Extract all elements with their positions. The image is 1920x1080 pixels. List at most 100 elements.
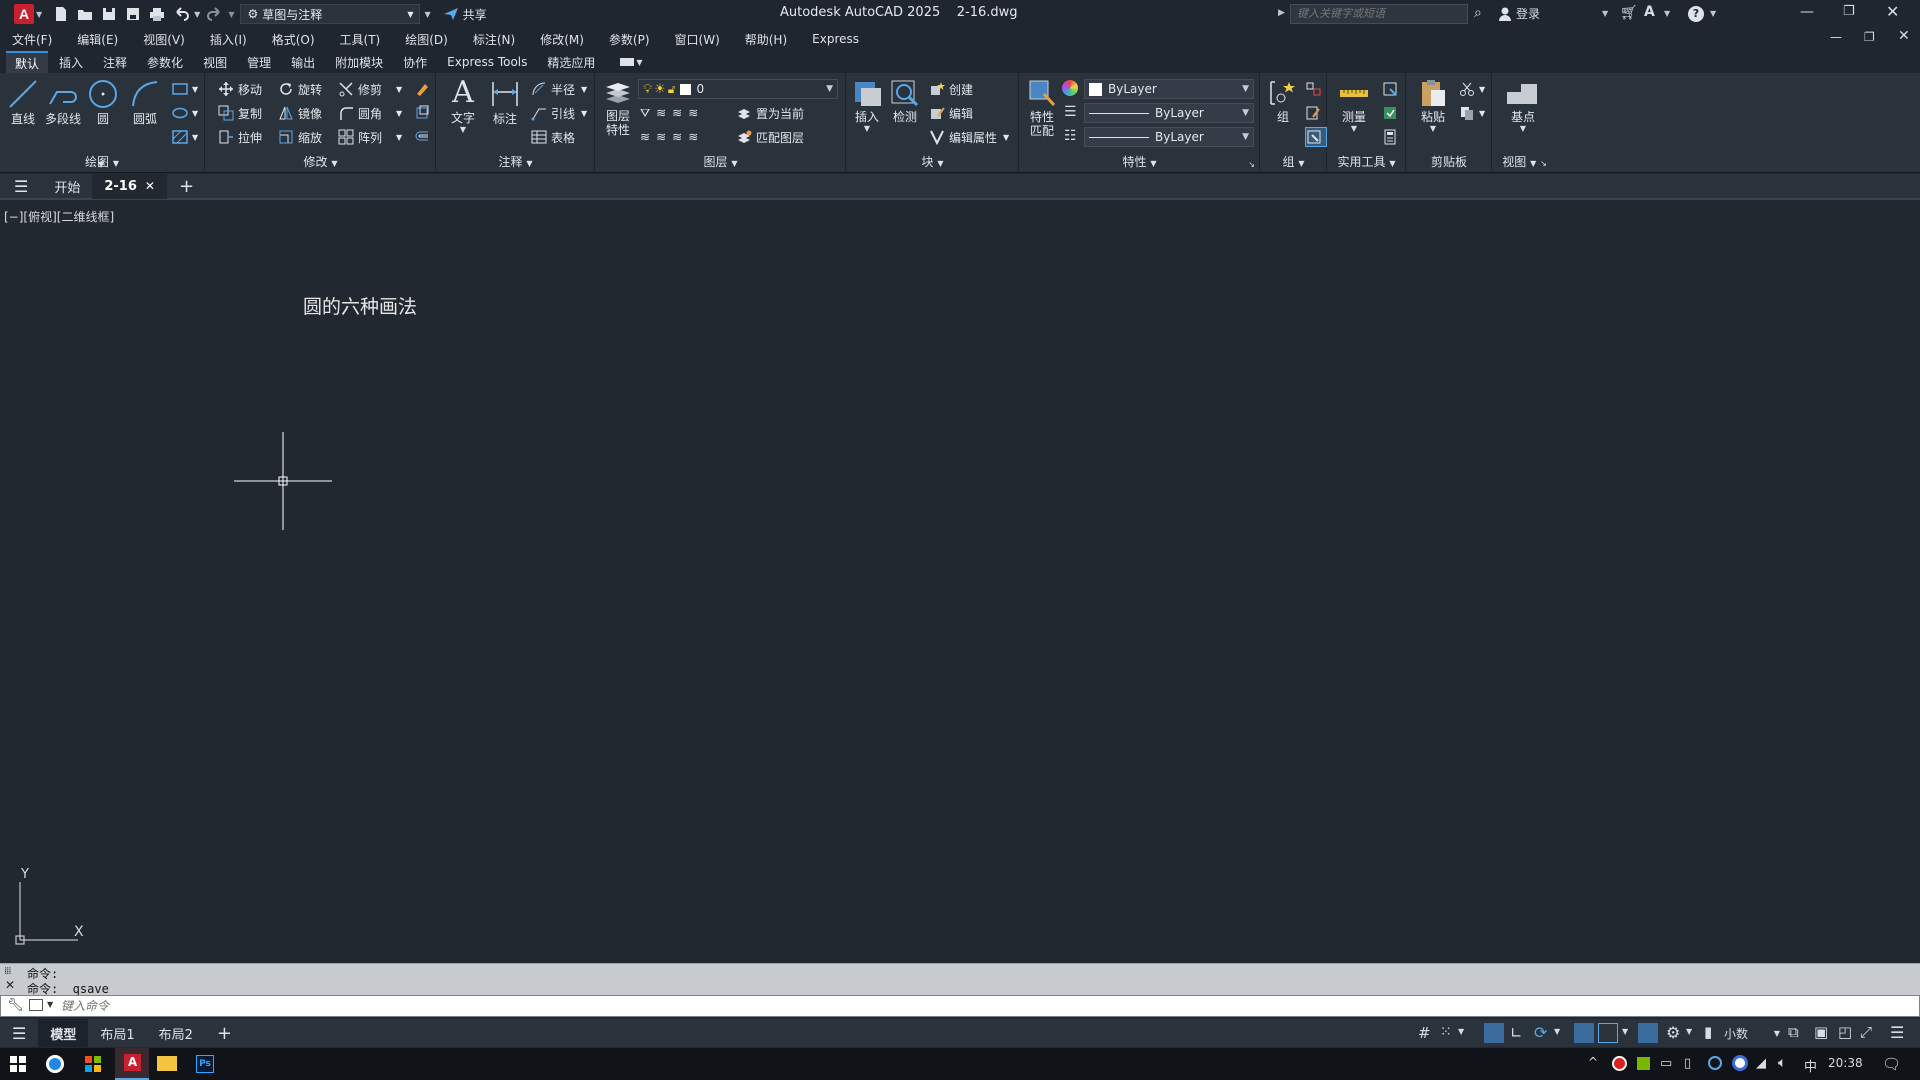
- open-file-button[interactable]: [74, 3, 96, 25]
- microsoft-store-icon[interactable]: [85, 1056, 101, 1072]
- volume-icon[interactable]: 🔈︎: [1778, 1055, 1786, 1071]
- match-properties-button[interactable]: 特性 匹配: [1022, 78, 1062, 138]
- windows-start-icon[interactable]: [10, 1056, 26, 1072]
- edit-attributes-button[interactable]: 编辑属性 ▼: [929, 127, 1009, 147]
- tab-layout2[interactable]: 布局2: [147, 1019, 205, 1047]
- panel-modify-title[interactable]: 修改 ▼: [206, 153, 435, 170]
- photoshop-icon[interactable]: Ps: [196, 1055, 214, 1073]
- dynamic-input-icon[interactable]: [1484, 1023, 1504, 1043]
- sync-icon[interactable]: [1708, 1056, 1722, 1070]
- tab-featured-apps[interactable]: 精选应用: [538, 52, 604, 73]
- help-icon[interactable]: ?: [1688, 6, 1704, 22]
- menu-edit[interactable]: 编辑(E): [77, 31, 118, 48]
- ortho-icon[interactable]: ∟: [1510, 1024, 1523, 1042]
- panel-view-title[interactable]: 视图 ▼ ↘: [1493, 153, 1556, 170]
- share-button[interactable]: 共享: [443, 6, 487, 23]
- rotate-button[interactable]: 旋转: [278, 79, 322, 99]
- mirror-button[interactable]: 镜像: [278, 103, 322, 123]
- panel-groups-title[interactable]: 组 ▼: [1261, 153, 1326, 170]
- hardware-accel-icon[interactable]: ▣: [1814, 1023, 1828, 1041]
- close-icon[interactable]: ✕: [1886, 2, 1899, 21]
- settings-gear-icon[interactable]: ⚙: [1666, 1023, 1680, 1042]
- base-view-button[interactable]: 基点 ▼: [1503, 78, 1543, 133]
- login-button[interactable]: 登录: [1498, 5, 1540, 22]
- table-button[interactable]: 表格: [531, 127, 575, 147]
- erase-button[interactable]: [414, 79, 434, 99]
- layer-freeze-icon[interactable]: ≋: [672, 106, 682, 120]
- help-dropdown-icon[interactable]: ▼: [1710, 9, 1716, 18]
- layer-unlock-icon[interactable]: ≋: [672, 130, 682, 144]
- layout-menu-button[interactable]: ☰: [0, 1019, 38, 1047]
- tab-parametric[interactable]: 参数化: [138, 52, 192, 73]
- tab-addins[interactable]: 附加模块: [326, 52, 392, 73]
- tab-express-tools[interactable]: Express Tools: [438, 53, 536, 71]
- drawing-text[interactable]: 圆的六种画法: [303, 292, 417, 319]
- polyline-button[interactable]: 多段线: [43, 78, 83, 126]
- cart-icon[interactable]: 🛒︎: [1620, 5, 1638, 21]
- menu-modify[interactable]: 修改(M): [540, 31, 584, 48]
- battery-icon[interactable]: ▭: [1660, 1056, 1672, 1071]
- record-icon[interactable]: [1612, 1056, 1627, 1071]
- layer-properties-button[interactable]: 图层 特性: [598, 77, 638, 137]
- copy-button[interactable]: 复制: [218, 103, 262, 123]
- autodesk-account-icon[interactable]: A: [1644, 4, 1655, 20]
- layer-dropdown[interactable]: 💡︎ ☀ 🔓︎ 0 ▼: [638, 79, 838, 99]
- nvidia-icon[interactable]: [1637, 1057, 1650, 1070]
- viewport-controls[interactable]: [−][俯视][二维线框]: [4, 208, 114, 225]
- new-file-button[interactable]: [50, 3, 72, 25]
- copy-clip-button[interactable]: ▼: [1459, 103, 1485, 123]
- chevron-down-icon[interactable]: ▼: [1458, 1027, 1464, 1036]
- save-as-button[interactable]: [122, 3, 144, 25]
- dimension-button[interactable]: 标注: [485, 78, 525, 126]
- rectangle-button[interactable]: ▼: [172, 79, 198, 99]
- object-snap-icon[interactable]: [1598, 1023, 1618, 1043]
- wifi-icon[interactable]: ◢: [1756, 1056, 1766, 1071]
- menu-express[interactable]: Express: [812, 32, 859, 46]
- detect-button[interactable]: 检测: [885, 78, 925, 124]
- group-edit-button[interactable]: [1305, 103, 1325, 123]
- plot-button[interactable]: [146, 3, 168, 25]
- browser-icon[interactable]: [46, 1055, 64, 1073]
- menu-insert[interactable]: 插入(I): [210, 31, 247, 48]
- array-button[interactable]: 阵列 ▼: [338, 127, 402, 147]
- polar-tracking-icon[interactable]: ⟳: [1534, 1023, 1547, 1042]
- chevron-down-icon[interactable]: ▼: [47, 1000, 53, 1009]
- grip-icon[interactable]: ⁞⁞⁞: [4, 966, 11, 977]
- file-tab-menu-button[interactable]: ☰: [0, 173, 42, 199]
- panel-annotation-title[interactable]: 注释 ▼: [437, 153, 594, 170]
- panel-utilities-title[interactable]: 实用工具 ▼: [1328, 153, 1405, 170]
- workspace-selector[interactable]: ⚙ 草图与注释 ▼: [240, 4, 421, 24]
- app-tray-icon[interactable]: [1732, 1055, 1748, 1071]
- ime-indicator[interactable]: 中: [1804, 1056, 1817, 1075]
- autocad-taskbar-button[interactable]: A: [115, 1048, 149, 1080]
- panel-properties-title[interactable]: 特性 ▼: [1020, 153, 1259, 170]
- menu-view[interactable]: 视图(V): [143, 31, 185, 48]
- tab-home[interactable]: 默认: [6, 50, 49, 74]
- fillet-button[interactable]: 圆角 ▼: [338, 103, 402, 123]
- app-menu-caret-icon[interactable]: ▼: [36, 10, 42, 19]
- isodraft-icon[interactable]: [1574, 1023, 1594, 1043]
- save-button[interactable]: [98, 3, 120, 25]
- panel-block-title[interactable]: 块 ▼: [847, 153, 1018, 170]
- restore-icon[interactable]: ❐: [1843, 4, 1855, 19]
- command-input[interactable]: [61, 998, 1861, 1014]
- menu-dimension[interactable]: 标注(N): [473, 31, 515, 48]
- explode-button[interactable]: [414, 103, 434, 123]
- calculator-button[interactable]: [1382, 127, 1402, 147]
- close-tab-icon[interactable]: ✕: [145, 179, 155, 193]
- chevron-down-icon[interactable]: ▼: [1622, 1027, 1628, 1036]
- isolate-objects-icon[interactable]: ◰: [1838, 1023, 1852, 1041]
- tab-manage[interactable]: 管理: [238, 52, 280, 73]
- text-button[interactable]: A 文字 ▼: [443, 77, 483, 135]
- arc-button[interactable]: 圆弧: [125, 78, 165, 126]
- scale-button[interactable]: 缩放: [278, 127, 322, 147]
- customize-qat-icon[interactable]: ▼: [424, 10, 430, 19]
- units-dropdown[interactable]: 小数 ▼: [1718, 1023, 1780, 1043]
- search-icon[interactable]: ⌕: [1474, 5, 1482, 21]
- menu-parametric[interactable]: 参数(P): [609, 31, 650, 48]
- lineweight-toggle-icon[interactable]: [1638, 1023, 1658, 1043]
- app-menu-button[interactable]: A: [14, 4, 34, 24]
- quick-properties-icon[interactable]: ⧉: [1788, 1023, 1799, 1041]
- layer-unisolate-icon[interactable]: ≋: [640, 130, 650, 144]
- search-input[interactable]: [1290, 4, 1468, 24]
